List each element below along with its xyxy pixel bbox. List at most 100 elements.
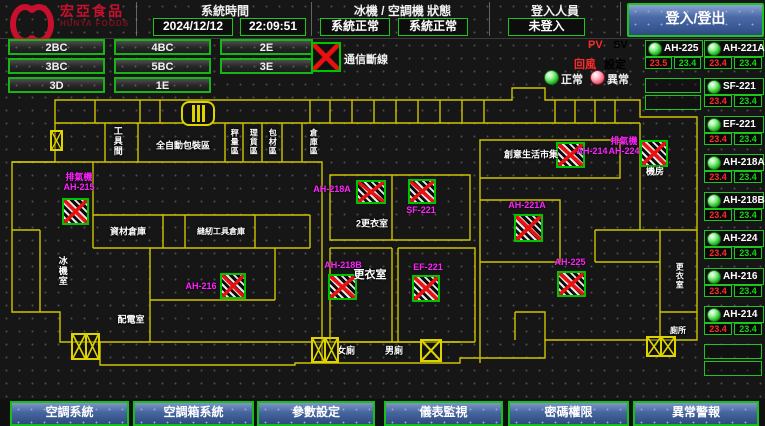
pv-label: PV <box>588 39 603 51</box>
stairs-cell <box>313 339 324 361</box>
stairs-cell <box>52 132 61 149</box>
room-label: 全自動包裝區 <box>156 141 210 150</box>
comm-loss-marker-ah-218a[interactable] <box>356 180 386 204</box>
unit-name-label: EF-221 <box>723 119 756 130</box>
unit-row-ah-225[interactable]: AH-225 <box>645 40 703 57</box>
floor-button-3d[interactable]: 3D <box>8 77 105 93</box>
comm-loss-marker-ah-221a[interactable] <box>514 214 543 242</box>
room-label: 廁所 <box>670 327 686 335</box>
abnormal-legend-label: 異常 <box>607 71 629 87</box>
unit-plan-label-ef-221: EF-221 <box>413 263 443 273</box>
stairs-icon <box>420 339 442 362</box>
unit-plan-label-ah-221a: AH-221A <box>508 201 546 211</box>
unit-sv-value: 23.4 <box>734 247 762 259</box>
floor-button-2e[interactable]: 2E <box>220 39 313 55</box>
room-label: 機房 <box>646 167 664 176</box>
stairs-cell <box>648 338 660 355</box>
ahu-status-value: 系統正常 <box>398 18 468 36</box>
unit-sv-value: 23.4 <box>734 323 762 335</box>
unit-sv-value: 23.4 <box>734 171 762 183</box>
room-label: 倉庫區 <box>309 129 317 156</box>
login-logout-button[interactable]: 登入/登出 <box>627 3 764 37</box>
room-label: 包材區 <box>268 129 276 156</box>
stairs-cell <box>324 339 337 361</box>
unit-values-row: 23.523.4 <box>645 57 701 69</box>
unit-name-label: SF-221 <box>723 81 756 92</box>
stairs-cell <box>85 335 99 358</box>
unit-row-ah-214[interactable]: AH-214 <box>704 306 764 323</box>
comm-loss-marker-ah-215[interactable] <box>62 198 89 225</box>
unit-values-row: 23.423.4 <box>704 171 762 183</box>
comm-loss-marker-ef-221[interactable] <box>412 275 440 302</box>
room-label: 理貨區 <box>249 129 257 156</box>
header-divider <box>489 2 490 36</box>
unit-name-label: AH-218B <box>723 195 765 206</box>
unit-row-ah-218a[interactable]: AH-218A <box>704 154 764 171</box>
unit-name-label: AH-224 <box>723 233 757 244</box>
empty-panel-slot <box>645 78 701 93</box>
room-label: 男廁 <box>385 346 403 355</box>
hunya-logo-icon <box>10 3 54 34</box>
comm-loss-marker-ah-216[interactable] <box>220 273 246 299</box>
room-label: 工具間 <box>112 126 121 156</box>
floor-button-1e[interactable]: 1E <box>114 77 211 93</box>
unit-row-ah-218b[interactable]: AH-218B <box>704 192 764 209</box>
unit-values-row: 23.423.4 <box>704 247 762 259</box>
floor-button-4bc[interactable]: 4BC <box>114 39 211 55</box>
bottom-nav-bar: 空調系統空調箱系統參數設定儀表監視密碼權限異常警報 <box>0 399 765 426</box>
unit-name-label: AH-225 <box>664 43 698 54</box>
normal-lamp-icon <box>544 70 559 85</box>
nav-button-4[interactable]: 儀表監視 <box>384 401 503 426</box>
comm-loss-legend-icon <box>311 42 341 72</box>
header-bar: 宏亞食品 HUNYA FOODS 系統時間 2024/12/12 22:09:5… <box>0 0 765 39</box>
nav-button-3[interactable]: 參數設定 <box>257 401 375 426</box>
stairs-cell <box>73 335 85 358</box>
unit-values-row: 23.423.4 <box>704 95 762 107</box>
unit-plan-label-sf-221: SF-221 <box>406 206 436 216</box>
nav-button-5[interactable]: 密碼權限 <box>508 401 629 426</box>
unit-row-ah-216[interactable]: AH-216 <box>704 268 764 285</box>
comm-loss-marker-sf-221[interactable] <box>408 179 436 204</box>
machine-status-label: 冰機 / 空調機 狀態 <box>330 2 475 19</box>
system-date-value: 2024/12/12 <box>153 18 233 36</box>
unit-pv-value: 23.4 <box>704 247 732 259</box>
unit-plan-label-ah-214: AH-214 <box>576 147 607 157</box>
unit-row-ah-221a[interactable]: AH-221A <box>704 40 764 57</box>
unit-sv-value: 23.4 <box>734 285 762 297</box>
unit-pv-value: 23.4 <box>704 285 732 297</box>
room-label: 資材倉庫 <box>110 227 146 236</box>
system-time-value: 22:09:51 <box>240 18 306 36</box>
empty-panel-slot <box>704 344 762 359</box>
room-label: 冰機室 <box>57 256 66 286</box>
empty-panel-slot <box>704 361 762 376</box>
floor-button-3e[interactable]: 3E <box>220 58 313 74</box>
unit-sv-value: 23.4 <box>734 209 762 221</box>
comm-loss-marker-ah-224[interactable] <box>640 140 668 167</box>
floor-button-2bc[interactable]: 2BC <box>8 39 105 55</box>
unit-status-lamp <box>707 194 721 208</box>
elevator-icon <box>181 101 215 126</box>
chiller-status-value: 系統正常 <box>320 18 390 36</box>
floor-button-3bc[interactable]: 3BC <box>8 58 105 74</box>
comm-loss-legend-label: 通信斷線 <box>344 51 388 67</box>
unit-sv-value: 23.4 <box>734 95 762 107</box>
unit-row-ah-224[interactable]: AH-224 <box>704 230 764 247</box>
unit-row-ef-221[interactable]: EF-221 <box>704 116 764 133</box>
unit-pv-value: 23.5 <box>645 57 672 69</box>
unit-plan-label-ah-224: 排氣機 AH-224 <box>608 137 639 157</box>
floor-button-5bc[interactable]: 5BC <box>114 58 211 74</box>
nav-button-2[interactable]: 空調箱系統 <box>133 401 254 426</box>
unit-row-sf-221[interactable]: SF-221 <box>704 78 764 95</box>
nav-button-1[interactable]: 空調系統 <box>10 401 129 426</box>
room-label: 女廁 <box>337 346 355 355</box>
floor-button-grid: 2BC 4BC 2E 3BC 5BC 3E 3D 1E <box>8 39 313 93</box>
header-divider <box>620 2 621 36</box>
unit-status-lamp <box>707 232 721 246</box>
abnormal-lamp-icon <box>590 70 605 85</box>
login-person-label: 登入人員 <box>500 2 610 19</box>
comm-loss-marker-ah-225[interactable] <box>557 271 586 297</box>
nav-button-6[interactable]: 異常警報 <box>633 401 759 426</box>
stairs-cell <box>422 341 440 360</box>
unit-plan-label-ah-225: AH-225 <box>554 258 585 268</box>
unit-status-lamp <box>707 118 721 132</box>
